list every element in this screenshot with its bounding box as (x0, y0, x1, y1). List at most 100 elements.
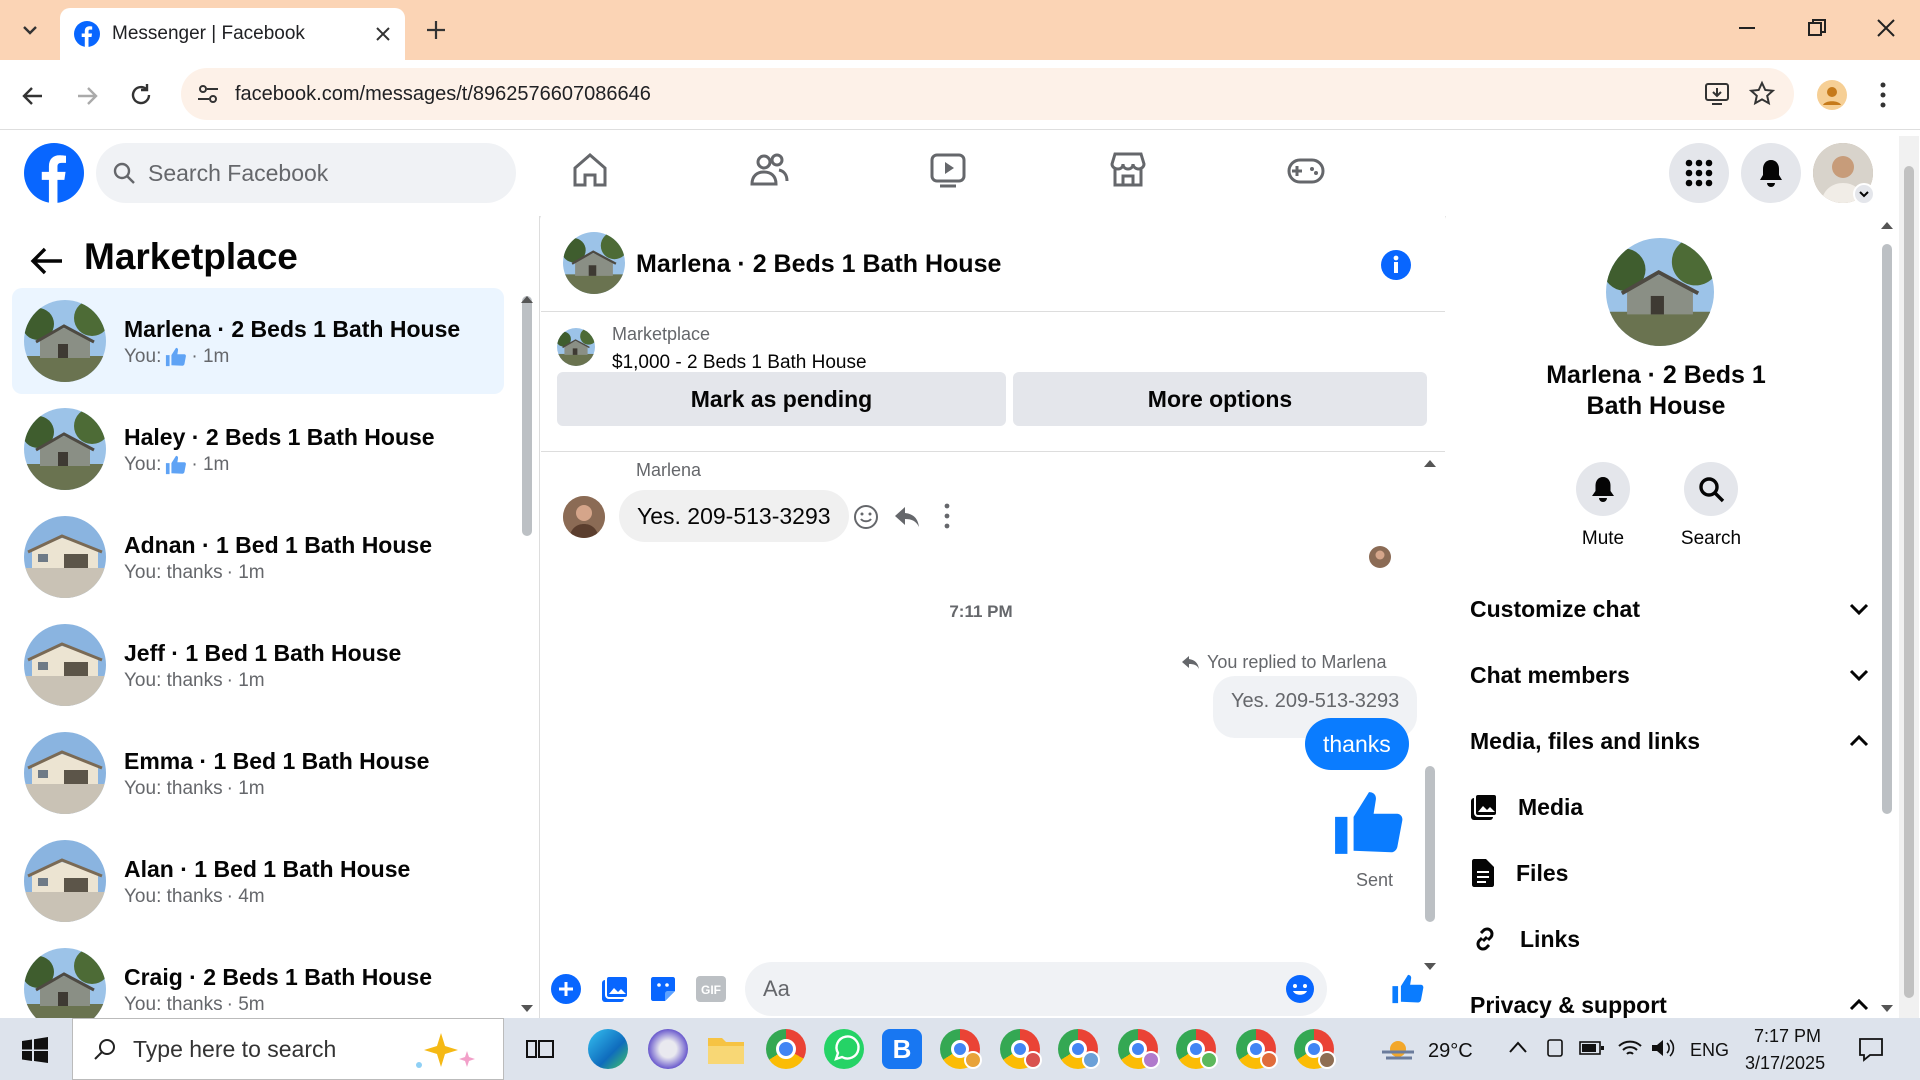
emoji-picker-icon[interactable] (1285, 974, 1315, 1004)
meet-icon[interactable] (1545, 1038, 1565, 1058)
privacy-support-section[interactable]: Privacy & support (1470, 978, 1870, 1018)
taskbar-search-input[interactable]: Type here to search (72, 1018, 504, 1080)
conversation-item[interactable]: Marlena · 2 Beds 1 Bath House You: · 1m (12, 288, 504, 394)
marketplace-icon[interactable] (1108, 150, 1148, 190)
outgoing-message-bubble[interactable]: thanks (1305, 718, 1409, 770)
facebook-search-input[interactable]: Search Facebook (96, 143, 516, 203)
left-scrollbar[interactable] (522, 296, 532, 536)
scroll-down-icon[interactable] (520, 1004, 534, 1014)
address-bar[interactable]: facebook.com/messages/t/8962576607086646 (181, 68, 1794, 120)
page-scrollbar[interactable] (1899, 136, 1919, 1018)
mark-as-pending-button[interactable]: Mark as pending (557, 372, 1006, 426)
search-in-chat-button[interactable]: Search (1666, 462, 1756, 550)
file-explorer-icon[interactable] (706, 1032, 746, 1066)
media-files-links-section[interactable]: Media, files and links (1470, 714, 1870, 768)
attach-photo-icon[interactable] (600, 974, 630, 1004)
media-item[interactable]: Media (1470, 780, 1583, 834)
tab-search-icon[interactable] (18, 18, 42, 42)
files-item[interactable]: Files (1470, 846, 1568, 900)
back-icon[interactable] (20, 83, 46, 109)
home-icon[interactable] (570, 150, 610, 190)
chrome-profile-icon[interactable] (1058, 1029, 1100, 1069)
browser-menu-icon[interactable] (1878, 80, 1888, 110)
weather-icon[interactable] (1380, 1034, 1416, 1064)
language-indicator[interactable]: ENG (1690, 1040, 1729, 1061)
show-hidden-icons-chevron-icon[interactable] (1508, 1040, 1528, 1054)
notifications-bell-icon[interactable] (1741, 143, 1801, 203)
listing-title[interactable]: $1,000 - 2 Beds 1 Bath House (612, 352, 867, 374)
conversation-item[interactable]: Adnan · 1 Bed 1 Bath House You: thanks · 1… (12, 504, 504, 610)
volume-icon[interactable] (1650, 1038, 1676, 1058)
conversation-item[interactable]: Craig · 2 Beds 1 Bath House You: thanks · … (12, 936, 504, 1018)
right-scroll-down-icon[interactable] (1880, 1004, 1894, 1014)
chrome-profile-icon[interactable] (940, 1029, 982, 1069)
clock-date[interactable]: 3/17/2025 (1745, 1053, 1825, 1074)
clock-time[interactable]: 7:17 PM (1754, 1026, 1821, 1047)
video-icon[interactable] (928, 150, 968, 190)
gaming-icon[interactable] (1286, 150, 1326, 190)
edge-icon[interactable] (588, 1029, 628, 1069)
back-arrow-icon[interactable] (30, 246, 64, 276)
restore-icon[interactable] (1806, 17, 1828, 39)
chat-scrollbar[interactable] (1425, 766, 1435, 922)
site-info-icon[interactable] (195, 81, 221, 107)
whatsapp-icon[interactable] (824, 1029, 864, 1069)
links-item[interactable]: Links (1470, 912, 1580, 966)
sender-avatar[interactable] (563, 496, 605, 538)
more-actions-icon[interactable] (943, 502, 951, 530)
profile-icon[interactable] (1817, 80, 1847, 110)
info-icon[interactable] (1380, 249, 1412, 281)
facebook-logo-icon[interactable] (24, 143, 84, 203)
wifi-icon[interactable] (1617, 1038, 1643, 1058)
incoming-message-bubble[interactable]: Yes. 209-513-3293 (619, 490, 849, 542)
b-app-icon[interactable]: B (882, 1029, 922, 1069)
more-options-button[interactable]: More options (1013, 372, 1427, 426)
chrome-profile-icon[interactable] (1236, 1029, 1278, 1069)
bookmark-star-icon[interactable] (1748, 80, 1776, 108)
scroll-up-icon[interactable] (520, 294, 534, 304)
chrome-profile-icon[interactable] (1118, 1029, 1160, 1069)
chat-scroll-up-icon[interactable] (1423, 458, 1437, 468)
close-window-icon[interactable] (1875, 17, 1897, 39)
conversation-item[interactable]: Jeff · 1 Bed 1 Bath House You: thanks · 1m (12, 612, 504, 718)
right-scroll-up-icon[interactable] (1880, 220, 1894, 230)
browser-tab[interactable]: Messenger | Facebook (60, 8, 405, 60)
weather-temp[interactable]: 29°C (1428, 1040, 1473, 1063)
close-tab-icon[interactable] (375, 26, 391, 42)
listing-thumbnail[interactable] (557, 328, 595, 366)
chrome-profile-icon[interactable] (1294, 1029, 1336, 1069)
gif-icon[interactable]: GIF (696, 976, 726, 1002)
conversation-item[interactable]: Alan · 1 Bed 1 Bath House You: thanks · 4m (12, 828, 504, 934)
add-actions-icon[interactable] (551, 974, 581, 1004)
install-app-icon[interactable] (1704, 81, 1730, 107)
sticker-icon[interactable] (648, 974, 678, 1004)
minimize-icon[interactable] (1736, 17, 1758, 39)
windows-start-icon[interactable] (22, 1037, 48, 1063)
conversation-item[interactable]: Emma · 1 Bed 1 Bath House You: thanks · 1m (12, 720, 504, 826)
account-chevron-icon[interactable] (1853, 183, 1875, 205)
menu-grid-icon[interactable] (1669, 143, 1729, 203)
chrome-profile-icon[interactable] (1176, 1029, 1218, 1069)
chat-avatar[interactable] (563, 232, 625, 294)
customize-chat-section[interactable]: Customize chat (1470, 582, 1870, 636)
reply-icon[interactable] (893, 504, 921, 530)
friends-icon[interactable] (749, 150, 789, 190)
chrome-profile-icon[interactable] (1000, 1029, 1042, 1069)
info-avatar[interactable] (1606, 238, 1714, 346)
battery-icon[interactable] (1579, 1040, 1605, 1056)
chat-members-section[interactable]: Chat members (1470, 648, 1870, 702)
react-emoji-icon[interactable] (853, 504, 879, 530)
message-input[interactable]: Aa (745, 962, 1327, 1016)
forward-icon[interactable] (74, 83, 100, 109)
send-like-icon[interactable] (1391, 972, 1425, 1006)
paint-icon[interactable] (648, 1029, 688, 1069)
notification-center-icon[interactable] (1858, 1036, 1884, 1062)
chat-title[interactable]: Marlena · 2 Beds 1 Bath House (636, 250, 1001, 279)
chrome-icon[interactable] (766, 1029, 806, 1069)
task-view-icon[interactable] (526, 1037, 554, 1061)
new-tab-icon[interactable] (424, 18, 448, 42)
right-scrollbar[interactable] (1882, 244, 1892, 814)
reload-icon[interactable] (128, 82, 154, 108)
mute-button[interactable]: Mute (1558, 462, 1648, 550)
conversation-item[interactable]: Haley · 2 Beds 1 Bath House You: · 1m (12, 396, 504, 502)
